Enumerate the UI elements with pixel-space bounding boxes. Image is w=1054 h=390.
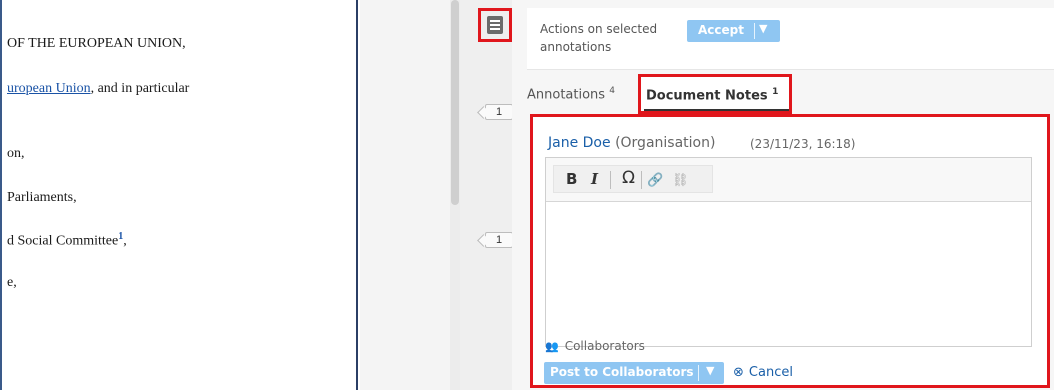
doc-link[interactable]: uropean Union bbox=[7, 81, 91, 96]
annotation-marker[interactable]: 1 bbox=[485, 104, 513, 120]
tabs-row: Annotations 4 Document Notes 1 bbox=[527, 74, 1054, 114]
unlink-icon: ⛓ bbox=[672, 172, 689, 187]
collaborators-row: 👥 Collaborators bbox=[545, 339, 645, 353]
users-icon: 👥 bbox=[545, 340, 559, 353]
actions-bar: Actions on selected annotations Accept ▼ bbox=[527, 8, 1054, 70]
bold-button[interactable]: B bbox=[566, 170, 577, 188]
toolbar-group: B I Ω 🔗 ⛓ bbox=[553, 165, 713, 193]
annotations-count: 4 bbox=[609, 86, 615, 96]
scrollbar-thumb[interactable] bbox=[451, 0, 459, 205]
accept-label: Accept bbox=[698, 23, 744, 37]
post-label: Post to Collaborators bbox=[550, 365, 694, 379]
tab-document-notes-label: Document Notes 1 bbox=[646, 87, 779, 104]
editor-toolbar: B I Ω 🔗 ⛓ bbox=[546, 158, 1031, 202]
document-pane: OF THE EUROPEAN UNION, uropean Union, an… bbox=[0, 0, 358, 390]
document-notes-toggle[interactable] bbox=[478, 8, 512, 42]
author-org: (Organisation) bbox=[615, 135, 716, 151]
note-text-area[interactable] bbox=[546, 203, 1031, 346]
doc-line: Parliaments, bbox=[7, 190, 77, 205]
note-timestamp: (23/11/23, 16:18) bbox=[750, 137, 856, 151]
tab-document-notes[interactable]: Document Notes 1 bbox=[638, 74, 792, 114]
note-icon bbox=[487, 16, 503, 34]
special-character-button[interactable]: Ω bbox=[622, 168, 635, 188]
author-name[interactable]: Jane Doe bbox=[548, 135, 611, 151]
doc-line: OF THE EUROPEAN UNION, bbox=[7, 36, 186, 51]
post-to-collaborators-button[interactable]: Post to Collaborators ▼ bbox=[544, 362, 724, 384]
doc-line: d Social Committee1, bbox=[7, 231, 127, 249]
doc-line: on, bbox=[7, 146, 25, 161]
active-tab-underline bbox=[644, 109, 789, 111]
post-separator bbox=[698, 365, 699, 381]
annotation-marker[interactable]: 1 bbox=[485, 232, 513, 248]
toolbar-separator bbox=[610, 171, 611, 189]
actions-label: Actions on selected annotations bbox=[540, 22, 658, 54]
accept-separator bbox=[754, 23, 755, 39]
chevron-down-icon[interactable]: ▼ bbox=[706, 364, 714, 377]
annotation-rail bbox=[460, 0, 512, 390]
footnote-marker[interactable]: 1 bbox=[118, 231, 123, 242]
note-card: Jane Doe (Organisation) (23/11/23, 16:18… bbox=[530, 114, 1050, 388]
collaborators-label: Collaborators bbox=[564, 339, 645, 353]
cancel-button[interactable]: ⊗ Cancel bbox=[733, 365, 793, 380]
notes-count: 1 bbox=[772, 87, 779, 97]
link-icon[interactable]: 🔗 bbox=[647, 172, 663, 188]
italic-button[interactable]: I bbox=[591, 170, 598, 188]
note-author: Jane Doe (Organisation) bbox=[548, 135, 715, 151]
accept-button[interactable]: Accept ▼ bbox=[687, 20, 780, 42]
doc-line: uropean Union, and in particular bbox=[7, 81, 190, 96]
toolbar-separator bbox=[641, 171, 642, 189]
tab-annotations[interactable]: Annotations 4 bbox=[527, 86, 615, 102]
cancel-label: Cancel bbox=[748, 365, 793, 380]
close-circle-icon: ⊗ bbox=[733, 365, 744, 380]
note-editor: B I Ω 🔗 ⛓ bbox=[545, 157, 1032, 347]
doc-line: e, bbox=[7, 275, 17, 290]
chevron-down-icon[interactable]: ▼ bbox=[759, 22, 767, 35]
